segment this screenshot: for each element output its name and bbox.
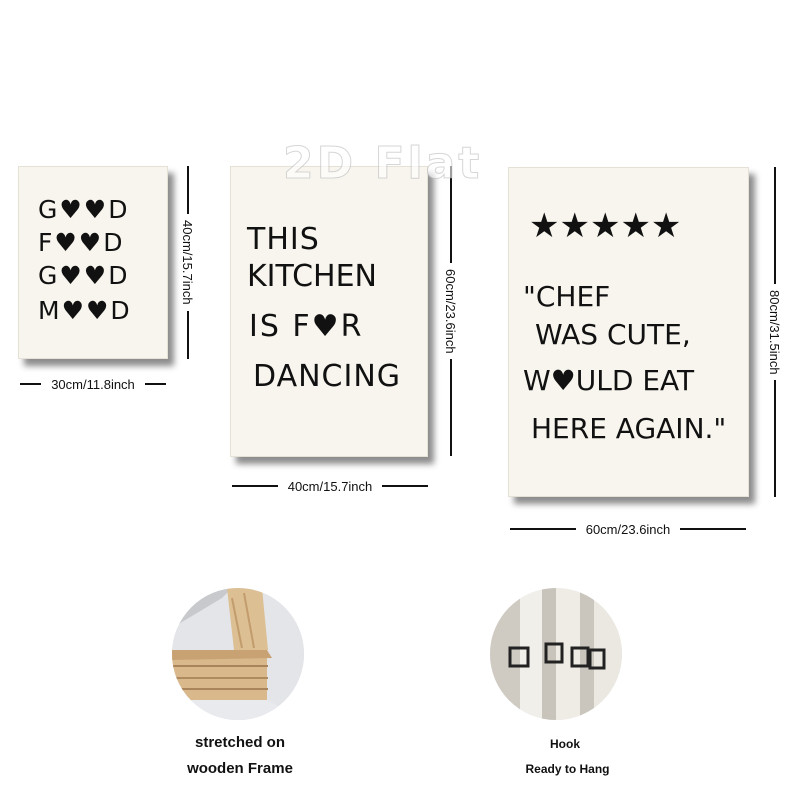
large-width-dimension: 60cm/23.6inch bbox=[510, 521, 746, 537]
poster-line: HERE AGAIN." bbox=[531, 412, 727, 445]
dimension-label: 40cm/15.7inch bbox=[287, 478, 373, 494]
dimension-label: 60cm/23.6inch bbox=[585, 521, 671, 537]
poster-this-kitchen-is-for-dancing: THIS KITCHEN IS F♥R DANCING bbox=[230, 166, 428, 457]
poster-line: G♥♥D bbox=[38, 261, 130, 290]
poster-line: DANCING bbox=[253, 359, 402, 394]
dimension-label: 80cm/31.5inch bbox=[767, 289, 782, 375]
hook-closeup-image bbox=[490, 588, 622, 720]
dimension-label: 40cm/15.7inch bbox=[180, 220, 195, 305]
poster-line: WAS CUTE, bbox=[535, 318, 691, 351]
dimension-label: 60cm/23.6inch bbox=[443, 268, 458, 354]
medium-width-dimension: 40cm/15.7inch bbox=[232, 478, 428, 494]
dimension-label: 30cm/11.8inch bbox=[51, 376, 135, 392]
poster-line: G♥♥D bbox=[38, 195, 130, 224]
ready-to-hang-caption: Ready to Hang bbox=[525, 762, 610, 776]
medium-height-dimension: 60cm/23.6inch bbox=[443, 166, 458, 456]
poster-line: KITCHEN bbox=[247, 259, 377, 294]
small-width-dimension: 30cm/11.8inch bbox=[20, 376, 166, 392]
watermark: 2D Flat bbox=[282, 138, 483, 190]
poster-line: W♥ULD EAT bbox=[523, 364, 695, 397]
poster-chef-was-cute: ★★★★★ "CHEF WAS CUTE, W♥ULD EAT HERE AGA… bbox=[508, 167, 749, 497]
poster-line: "CHEF bbox=[523, 280, 611, 313]
poster-line: IS F♥R bbox=[249, 309, 364, 344]
poster-line: F♥♥D bbox=[38, 228, 125, 257]
poster-line: M♥♥D bbox=[38, 296, 132, 325]
stars-rating: ★★★★★ bbox=[529, 206, 682, 246]
small-height-dimension: 40cm/15.7inch bbox=[180, 166, 195, 359]
frame-caption: stretched on wooden Frame bbox=[187, 734, 293, 777]
poster-line: THIS bbox=[247, 222, 320, 257]
large-height-dimension: 80cm/31.5inch bbox=[767, 167, 782, 497]
wooden-frame-closeup-image bbox=[172, 588, 304, 720]
poster-good-food-good-mood: G♥♥D F♥♥D G♥♥D M♥♥D bbox=[18, 166, 168, 359]
hook-caption: Hook bbox=[550, 737, 580, 751]
